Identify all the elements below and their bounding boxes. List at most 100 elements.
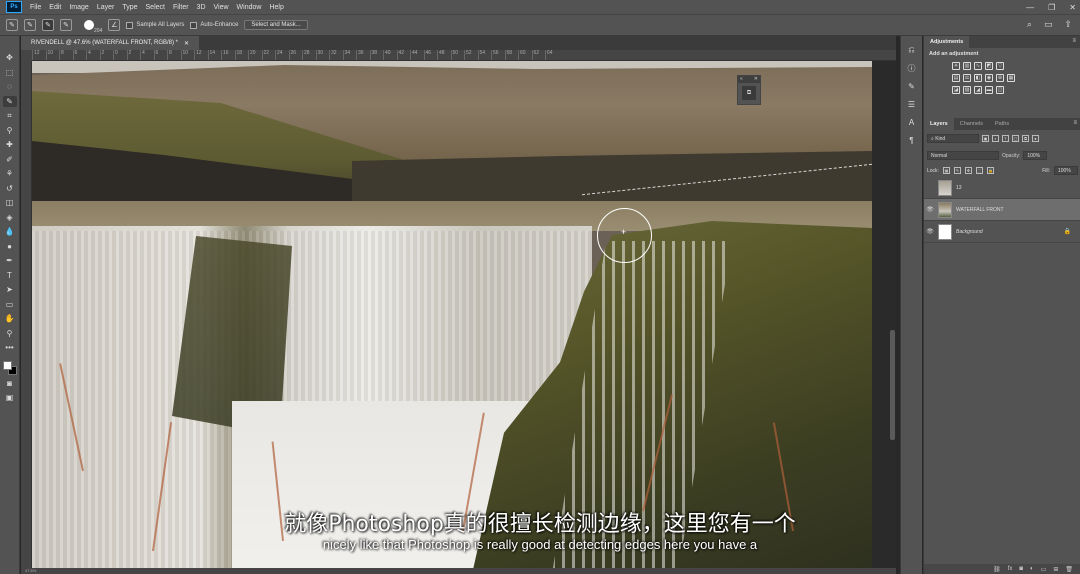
close-icon[interactable]: ✕: [754, 76, 758, 83]
info-icon[interactable]: ⓘ: [906, 62, 918, 74]
character-icon[interactable]: A: [906, 116, 918, 128]
paint-bucket-tool-icon[interactable]: ◈: [3, 212, 17, 224]
tab-layers[interactable]: Layers: [924, 118, 954, 130]
menu-help[interactable]: Help: [265, 4, 287, 11]
hand-tool-icon[interactable]: ✋: [3, 313, 17, 325]
lasso-tool-icon[interactable]: ◌: [3, 81, 17, 93]
new-adjustment-icon[interactable]: ◐: [1030, 566, 1034, 572]
layer-row[interactable]: 13: [924, 177, 1080, 199]
invert-icon[interactable]: ◪: [952, 86, 960, 94]
vertical-scrollbar[interactable]: [890, 330, 895, 440]
brush-preset-picker[interactable]: [84, 20, 94, 30]
posterize-icon[interactable]: ▨: [963, 86, 971, 94]
blend-mode-select[interactable]: Normal: [927, 151, 999, 160]
type-tool-icon[interactable]: T: [3, 270, 17, 282]
levels-icon[interactable]: ▥: [963, 62, 971, 70]
adjustment-filter-icon[interactable]: ◐: [992, 135, 999, 142]
ruler-origin[interactable]: [21, 50, 32, 61]
workspace-icon[interactable]: ▭: [1044, 19, 1053, 30]
image-canvas[interactable]: [32, 61, 872, 574]
search-icon[interactable]: ⌕: [1027, 19, 1032, 30]
blur-tool-icon[interactable]: 💧: [3, 226, 17, 238]
history-brush-tool-icon[interactable]: ↺: [3, 183, 17, 195]
marquee-tool-icon[interactable]: ⬚: [3, 67, 17, 79]
menu-select[interactable]: Select: [142, 4, 169, 11]
select-and-mask-button[interactable]: Select and Mask...: [244, 20, 308, 30]
auto-enhance-checkbox[interactable]: Auto-Enhance: [190, 21, 238, 29]
expand-icon[interactable]: «: [740, 76, 743, 83]
menu-layer[interactable]: Layer: [93, 4, 119, 11]
menu-image[interactable]: Image: [65, 4, 92, 11]
lock-position-icon[interactable]: ✥: [964, 167, 972, 174]
exposure-icon[interactable]: ◩: [985, 62, 993, 70]
new-layer-icon[interactable]: ⊞: [1053, 566, 1058, 573]
black-white-icon[interactable]: ◧: [974, 74, 982, 82]
quick-selection-tool-icon[interactable]: ✎: [2, 95, 17, 107]
gradient-map-icon[interactable]: ▬: [985, 86, 993, 94]
panel-menu-icon[interactable]: ≡: [1073, 120, 1077, 126]
more-tools-icon[interactable]: •••: [3, 342, 17, 354]
zoom-level[interactable]: 47.6%: [25, 568, 36, 573]
eyedropper-tool-icon[interactable]: ⚲: [3, 125, 17, 137]
healing-brush-tool-icon[interactable]: ✚: [3, 139, 17, 151]
layer-style-icon[interactable]: fx: [1008, 566, 1013, 572]
screen-mode-icon[interactable]: ▣: [3, 392, 17, 404]
subtract-from-selection-icon[interactable]: ✎: [60, 19, 72, 31]
lock-artboard-icon[interactable]: ⬚: [975, 167, 983, 174]
pixel-filter-icon[interactable]: ▣: [982, 135, 989, 142]
menu-type[interactable]: Type: [118, 4, 141, 11]
eye-icon[interactable]: 👁: [926, 206, 934, 213]
opacity-input[interactable]: 100%: [1023, 151, 1048, 160]
menu-file[interactable]: File: [26, 4, 45, 11]
minimize-button[interactable]: —: [1026, 3, 1034, 12]
tab-adjustments[interactable]: Adjustments: [924, 36, 970, 48]
link-layers-icon[interactable]: ⛓: [993, 566, 1001, 573]
brush-tool-icon[interactable]: ✐: [3, 154, 17, 166]
rectangle-tool-icon[interactable]: ▭: [3, 299, 17, 311]
lock-transparent-icon[interactable]: ▦: [942, 167, 950, 174]
history-icon[interactable]: ⎌: [906, 44, 918, 56]
menu-window[interactable]: Window: [233, 4, 266, 11]
hue-saturation-icon[interactable]: ▤: [952, 74, 960, 82]
menu-view[interactable]: View: [210, 4, 233, 11]
brush-settings-icon[interactable]: ✎: [906, 80, 918, 92]
eraser-tool-icon[interactable]: ◫: [3, 197, 17, 209]
photo-filter-icon[interactable]: ◉: [985, 74, 993, 82]
type-filter-icon[interactable]: T: [1002, 135, 1009, 142]
lock-all-icon[interactable]: 🔒: [986, 167, 994, 174]
properties-icon[interactable]: ☰: [906, 98, 918, 110]
paragraph-icon[interactable]: ¶: [906, 134, 918, 146]
layer-row-selected[interactable]: 👁 WATERFALL FRONT: [924, 199, 1080, 221]
color-swatches[interactable]: [2, 360, 17, 375]
filter-toggle-icon[interactable]: ●: [1032, 135, 1039, 142]
zoom-tool-icon[interactable]: ⚲: [3, 328, 17, 340]
channel-mixer-icon[interactable]: ⊛: [996, 74, 1004, 82]
tab-channels[interactable]: Channels: [954, 118, 989, 130]
vibrance-icon[interactable]: ▽: [996, 62, 1004, 70]
foreground-color[interactable]: [2, 360, 12, 370]
pen-tool-icon[interactable]: ✒: [3, 255, 17, 267]
horizontal-ruler[interactable]: 12 10 8 6 4 2 0 2 4 6 8 10 12 14 16 18 20 22 24 26 28 30 32 34 3…: [32, 50, 896, 61]
curves-icon[interactable]: ∿: [974, 62, 982, 70]
smart-object-filter-icon[interactable]: ⧉: [1022, 135, 1029, 142]
selective-color-icon[interactable]: ◫: [996, 86, 1004, 94]
menu-edit[interactable]: Edit: [45, 4, 65, 11]
lock-image-icon[interactable]: ✎: [953, 167, 961, 174]
sample-all-layers-checkbox[interactable]: Sample All Layers: [126, 21, 184, 29]
color-lookup-icon[interactable]: ▦: [1007, 74, 1015, 82]
kind-filter-select[interactable]: ⌕ Kind: [927, 134, 979, 143]
fill-input[interactable]: 100%: [1054, 166, 1078, 175]
share-icon[interactable]: ⇪: [1064, 19, 1072, 30]
path-selection-tool-icon[interactable]: ➤: [3, 284, 17, 296]
layer-row[interactable]: 👁 Background 🔒: [924, 221, 1080, 243]
eye-icon[interactable]: 👁: [926, 228, 934, 235]
new-group-icon[interactable]: ▭: [1041, 566, 1047, 573]
tab-paths[interactable]: Paths: [989, 118, 1015, 130]
document-tab[interactable]: RIVENDELL @ 47.6% (WATERFALL FRONT, RGB/…: [21, 36, 200, 50]
add-to-selection-icon[interactable]: ✎: [42, 19, 54, 31]
clone-stamp-tool-icon[interactable]: ⚘: [3, 168, 17, 180]
properties-icon[interactable]: ⧉: [742, 86, 756, 100]
quick-mask-icon[interactable]: ◙: [3, 378, 17, 390]
quick-selection-tool-icon[interactable]: ✎: [6, 19, 18, 31]
color-balance-icon[interactable]: ⚖: [963, 74, 971, 82]
